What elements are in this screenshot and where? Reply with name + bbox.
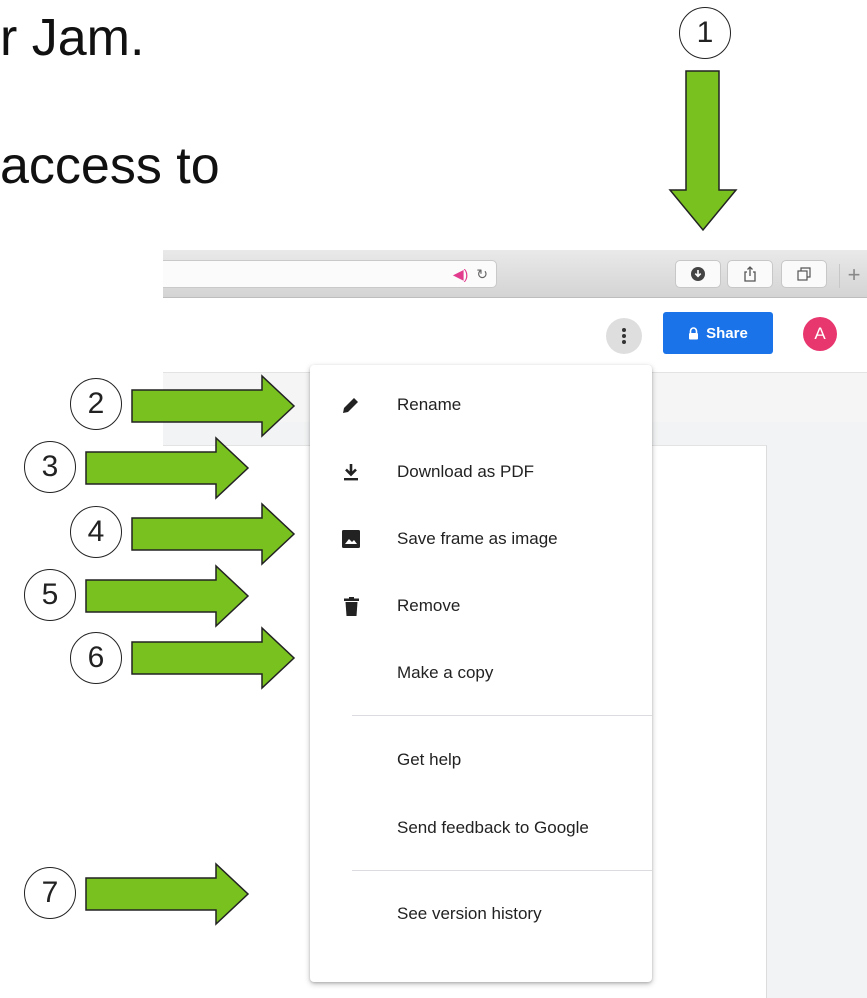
tabs-icon xyxy=(797,267,811,281)
menu-item-label: See version history xyxy=(397,904,542,923)
arrow-right-icon xyxy=(85,564,250,628)
slide-text-line-2: access to xyxy=(0,137,220,195)
speaker-icon[interactable]: ◀) xyxy=(453,266,468,282)
app-header: Share A xyxy=(163,298,867,373)
step-7-marker: 7 xyxy=(24,867,76,919)
new-tab-button[interactable]: + xyxy=(839,264,867,288)
app-screenshot: ◀) ↻ + Share A Rename Download as PDF Sa… xyxy=(163,250,867,998)
pencil-icon xyxy=(340,394,362,416)
menu-item-send-feedback[interactable]: Send feedback to Google xyxy=(310,802,652,854)
image-icon xyxy=(340,528,362,550)
menu-item-version-history[interactable]: See version history xyxy=(310,888,652,940)
more-options-menu: Rename Download as PDF Save frame as ima… xyxy=(310,365,652,982)
menu-item-label: Remove xyxy=(397,596,461,615)
menu-item-label: Get help xyxy=(397,750,462,769)
trash-icon xyxy=(340,595,362,617)
arrow-right-icon xyxy=(85,862,250,926)
download-icon xyxy=(691,267,705,281)
address-bar[interactable]: ◀) ↻ xyxy=(163,260,497,288)
download-icon xyxy=(340,461,362,483)
menu-item-label: Rename xyxy=(397,395,462,414)
menu-item-get-help[interactable]: Get help xyxy=(310,734,652,786)
share-sheet-icon xyxy=(744,266,756,282)
menu-item-save-image[interactable]: Save frame as image xyxy=(310,513,652,565)
menu-item-remove[interactable]: Remove xyxy=(310,580,652,632)
arrow-right-icon xyxy=(85,436,250,500)
more-options-button[interactable] xyxy=(606,318,642,354)
arrow-right-icon xyxy=(131,502,296,566)
step-4-marker: 4 xyxy=(70,506,122,558)
step-1-marker: 1 xyxy=(679,7,731,59)
avatar[interactable]: A xyxy=(803,317,837,351)
address-bar-icons: ◀) ↻ xyxy=(453,265,488,283)
menu-item-label: Make a copy xyxy=(397,663,494,682)
menu-item-label: Send feedback to Google xyxy=(397,818,589,837)
share-button[interactable]: Share xyxy=(663,312,773,354)
menu-item-label: Save frame as image xyxy=(397,529,558,548)
lock-icon xyxy=(688,326,699,340)
menu-item-download-pdf[interactable]: Download as PDF xyxy=(310,446,652,498)
arrow-right-icon xyxy=(131,626,296,690)
menu-divider xyxy=(352,870,652,871)
reload-icon[interactable]: ↻ xyxy=(476,266,488,282)
step-6-marker: 6 xyxy=(70,632,122,684)
browser-share-button[interactable] xyxy=(727,260,773,288)
menu-divider xyxy=(352,715,652,716)
slide-text-line-1: r Jam. xyxy=(0,9,145,67)
menu-item-label: Download as PDF xyxy=(397,462,535,481)
menu-item-make-copy[interactable]: Make a copy xyxy=(310,647,652,699)
browser-download-button[interactable] xyxy=(675,260,721,288)
step-2-marker: 2 xyxy=(70,378,122,430)
browser-tabs-button[interactable] xyxy=(781,260,827,288)
browser-toolbar: ◀) ↻ + xyxy=(163,250,867,298)
menu-item-rename[interactable]: Rename xyxy=(310,379,652,431)
step-5-marker: 5 xyxy=(24,569,76,621)
step-3-marker: 3 xyxy=(24,441,76,493)
arrow-down-icon xyxy=(668,70,738,232)
more-vert-icon xyxy=(622,328,626,344)
share-button-label: Share xyxy=(706,324,748,342)
arrow-right-icon xyxy=(131,374,296,438)
